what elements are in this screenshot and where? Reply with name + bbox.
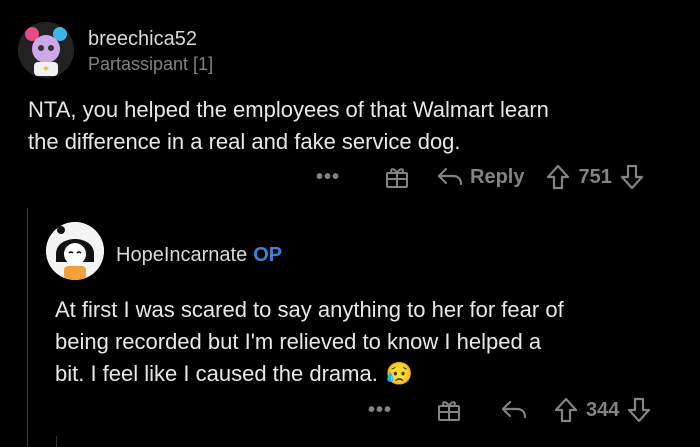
comment-action-bar: ••• Reply 751 bbox=[316, 162, 644, 192]
reply-label: Reply bbox=[470, 165, 525, 188]
avatar[interactable] bbox=[18, 22, 74, 78]
avatar-image bbox=[46, 222, 104, 280]
vote-score: 344 bbox=[586, 398, 620, 421]
thread-line[interactable] bbox=[56, 436, 57, 447]
comment-body: At first I was scared to say anything to… bbox=[55, 294, 564, 390]
downvote-icon[interactable] bbox=[627, 397, 651, 423]
comment-body-line: the difference in a real and fake servic… bbox=[28, 129, 461, 154]
comment-username[interactable]: HopeIncarnate bbox=[116, 244, 247, 266]
more-icon[interactable]: ••• bbox=[316, 166, 340, 189]
reply-button[interactable]: Reply bbox=[436, 165, 524, 189]
avatar-image bbox=[18, 22, 74, 78]
upvote-icon[interactable] bbox=[554, 397, 578, 423]
user-flair: Partassipant [1] bbox=[88, 54, 214, 74]
comment-body-line: NTA, you helped the employees of that Wa… bbox=[28, 97, 549, 122]
upvote-icon[interactable] bbox=[546, 164, 570, 190]
gift-icon[interactable] bbox=[384, 164, 410, 190]
more-icon[interactable]: ••• bbox=[368, 399, 392, 422]
sad-emoji: 😥 bbox=[385, 361, 414, 386]
avatar[interactable] bbox=[46, 222, 104, 280]
vote-score: 751 bbox=[578, 165, 612, 188]
comment-action-bar: ••• 344 bbox=[368, 395, 651, 425]
op-badge: OP bbox=[253, 244, 283, 266]
comment-body-line: bit. I feel like I caused the drama. 😥 bbox=[55, 358, 564, 390]
comment-author: HopeIncarnate OP bbox=[116, 244, 282, 267]
thread-line[interactable] bbox=[27, 208, 28, 447]
downvote-icon[interactable] bbox=[620, 164, 644, 190]
comment-body: NTA, you helped the employees of that Wa… bbox=[28, 94, 549, 158]
comment-body-line: being recorded but I'm relieved to know … bbox=[55, 329, 542, 354]
reply-icon bbox=[437, 167, 463, 186]
gift-icon[interactable] bbox=[436, 397, 462, 423]
reply-icon[interactable] bbox=[500, 398, 528, 422]
comment-username[interactable]: breechica52 bbox=[88, 28, 197, 51]
comment-body-line: At first I was scared to say anything to… bbox=[55, 297, 564, 322]
